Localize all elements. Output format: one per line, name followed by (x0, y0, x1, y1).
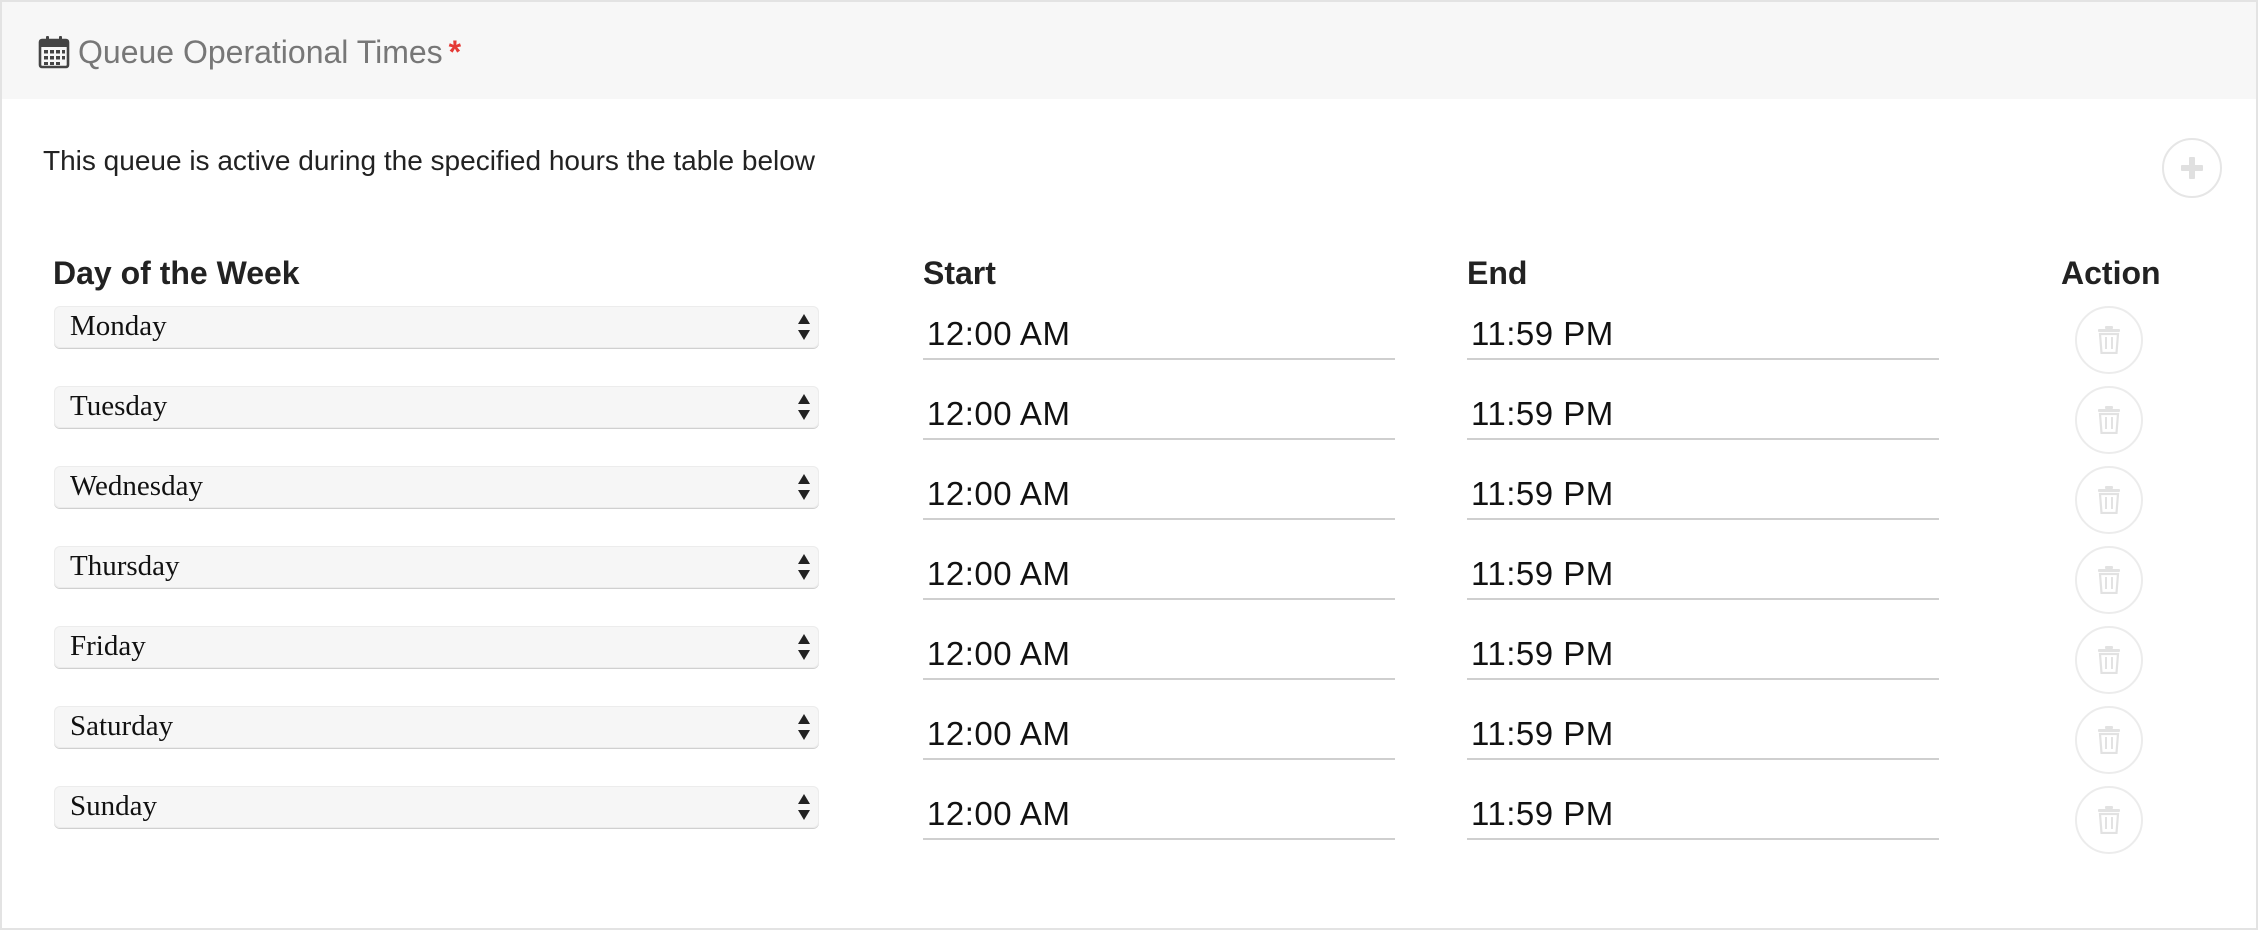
start-time-value: 12:00 AM (927, 795, 1071, 832)
start-time-input[interactable]: 12:00 AM (923, 312, 1395, 360)
end-time-value: 11:59 PM (1471, 715, 1614, 752)
start-time-value: 12:00 AM (927, 555, 1071, 592)
start-time-input[interactable]: 12:00 AM (923, 552, 1395, 600)
select-arrows-icon (798, 634, 810, 660)
day-of-week-select[interactable]: Wednesday (54, 466, 819, 508)
end-time-value: 11:59 PM (1471, 315, 1614, 352)
trash-icon (2098, 406, 2120, 434)
day-select-value: Saturday (70, 710, 174, 742)
start-time-value: 12:00 AM (927, 715, 1071, 752)
delete-row-button[interactable] (2075, 626, 2143, 694)
end-time-value: 11:59 PM (1471, 795, 1614, 832)
day-of-week-select[interactable]: Thursday (54, 546, 819, 588)
panel-title-text: Queue Operational Times (78, 34, 443, 70)
day-of-week-select[interactable]: Monday (54, 306, 819, 348)
end-time-input[interactable]: 11:59 PM (1467, 792, 1939, 840)
start-time-input[interactable]: 12:00 AM (923, 792, 1395, 840)
column-header-start: Start (923, 255, 996, 291)
start-time-value: 12:00 AM (927, 475, 1071, 512)
delete-row-button[interactable] (2075, 306, 2143, 374)
trash-icon (2098, 326, 2120, 354)
end-time-value: 11:59 PM (1471, 555, 1614, 592)
start-time-input[interactable]: 12:00 AM (923, 632, 1395, 680)
delete-row-button[interactable] (2075, 466, 2143, 534)
day-select-value: Friday (70, 630, 146, 662)
select-arrows-icon (798, 714, 810, 740)
delete-row-button[interactable] (2075, 706, 2143, 774)
queue-operational-times-panel: Queue Operational Times * This queue is a… (0, 0, 2258, 930)
select-arrows-icon (798, 314, 810, 340)
start-time-input[interactable]: 12:00 AM (923, 472, 1395, 520)
start-time-input[interactable]: 12:00 AM (923, 392, 1395, 440)
trash-icon (2098, 806, 2120, 834)
table-row: Tuesday 12:00 AM 11:59 PM (2, 386, 2256, 466)
start-time-value: 12:00 AM (927, 315, 1071, 352)
table-row: Wednesday 12:00 AM 11:59 PM (2, 466, 2256, 546)
day-select-value: Monday (70, 310, 167, 342)
trash-icon (2098, 566, 2120, 594)
plus-icon (2181, 157, 2203, 179)
end-time-value: 11:59 PM (1471, 475, 1614, 512)
table-row: Thursday 12:00 AM 11:59 PM (2, 546, 2256, 626)
trash-icon (2098, 726, 2120, 754)
select-arrows-icon (798, 794, 810, 820)
trash-icon (2098, 486, 2120, 514)
end-time-input[interactable]: 11:59 PM (1467, 712, 1939, 760)
description-text: This queue is active during the specifie… (43, 145, 816, 176)
day-of-week-select[interactable]: Saturday (54, 706, 819, 748)
end-time-input[interactable]: 11:59 PM (1467, 552, 1939, 600)
day-select-value: Sunday (70, 790, 157, 822)
column-header-action: Action (2061, 255, 2161, 291)
select-arrows-icon (798, 554, 810, 580)
panel-title: Queue Operational Times * (78, 32, 461, 72)
start-time-value: 12:00 AM (927, 395, 1071, 432)
start-time-value: 12:00 AM (927, 635, 1071, 672)
end-time-value: 11:59 PM (1471, 635, 1614, 672)
trash-icon (2098, 646, 2120, 674)
day-of-week-select[interactable]: Friday (54, 626, 819, 668)
delete-row-button[interactable] (2075, 786, 2143, 854)
day-select-value: Thursday (70, 550, 180, 582)
add-row-button[interactable] (2162, 138, 2222, 198)
select-arrows-icon (798, 474, 810, 500)
end-time-input[interactable]: 11:59 PM (1467, 312, 1939, 360)
delete-row-button[interactable] (2075, 386, 2143, 454)
end-time-input[interactable]: 11:59 PM (1467, 472, 1939, 520)
day-of-week-select[interactable]: Tuesday (54, 386, 819, 428)
day-of-week-select[interactable]: Sunday (54, 786, 819, 828)
end-time-input[interactable]: 11:59 PM (1467, 392, 1939, 440)
table-row: Sunday 12:00 AM 11:59 PM (2, 786, 2256, 866)
delete-row-button[interactable] (2075, 546, 2143, 614)
panel-header: Queue Operational Times * (2, 2, 2256, 99)
calendar-icon (38, 36, 70, 69)
required-mark: * (448, 34, 462, 70)
end-time-value: 11:59 PM (1471, 395, 1614, 432)
day-select-value: Wednesday (70, 470, 203, 502)
column-header-end: End (1467, 255, 1528, 291)
table-row: Monday 12:00 AM 11:59 PM (2, 306, 2256, 386)
table-row: Saturday 12:00 AM 11:59 PM (2, 706, 2256, 786)
table-row: Friday 12:00 AM 11:59 PM (2, 626, 2256, 706)
column-header-day: Day of the Week (53, 255, 300, 291)
start-time-input[interactable]: 12:00 AM (923, 712, 1395, 760)
day-select-value: Tuesday (70, 390, 168, 422)
end-time-input[interactable]: 11:59 PM (1467, 632, 1939, 680)
select-arrows-icon (798, 394, 810, 420)
